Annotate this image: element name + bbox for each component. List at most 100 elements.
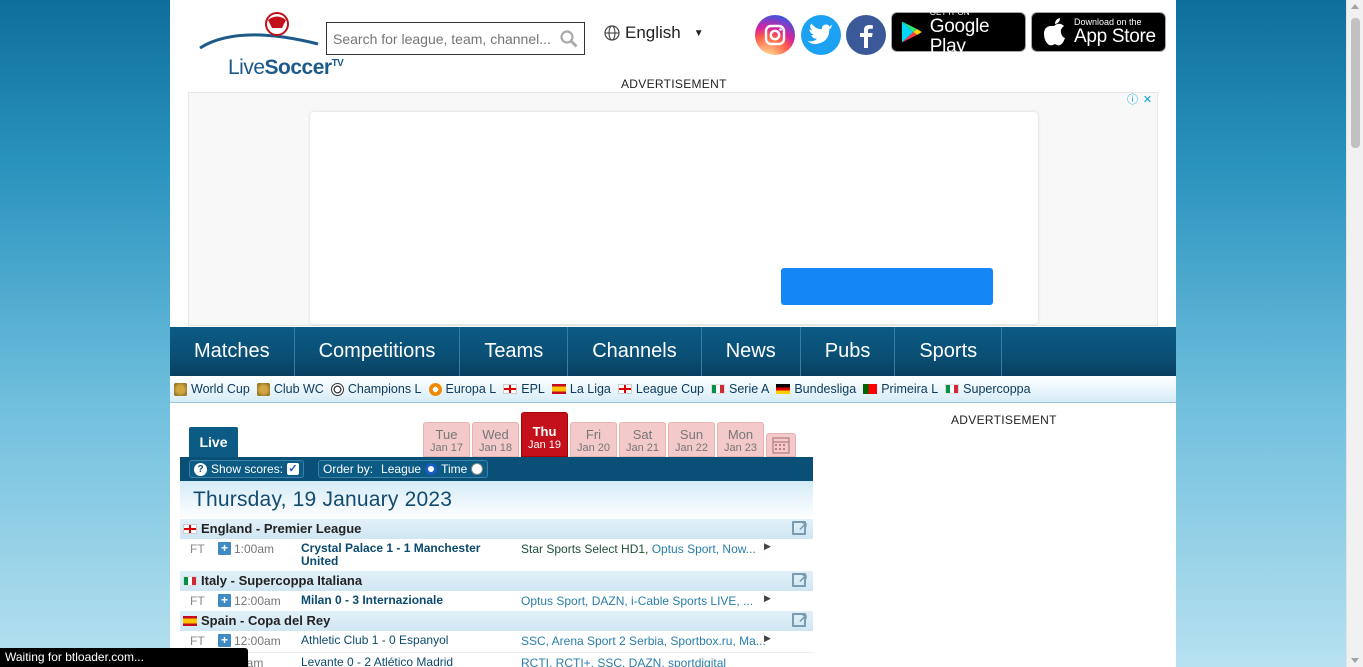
twitter-icon[interactable] [801,15,841,55]
nav-matches[interactable]: Matches [170,327,295,376]
league-header[interactable]: England - Premier League [180,516,813,539]
sub-item-supercoppa[interactable]: Supercoppa [945,382,1031,396]
day-tab-fri[interactable]: Fri Jan 20 [570,422,617,457]
order-time-radio[interactable] [471,463,484,475]
europa-league-icon [428,382,442,396]
globe-icon [604,25,620,41]
help-icon[interactable]: ? [194,462,207,476]
match-channels[interactable]: Optus Sport, DAZN, i-Cable Sports LIVE, … [521,594,766,608]
match-row: 0am Levante 0 - 2 Atlético Madrid RCTI, … [180,652,813,667]
day-tab-tue[interactable]: Tue Jan 17 [423,422,470,457]
order-league-label: League [381,462,422,476]
show-scores-checkbox[interactable]: ✓ [287,463,300,475]
expand-icon[interactable]: + [218,594,231,607]
nav-competitions[interactable]: Competitions [295,327,461,376]
scroll-down-icon[interactable] [1351,658,1359,663]
google-play-big: Google Play [929,15,990,57]
sub-item-club-wc[interactable]: Club WC [256,382,324,396]
close-icon[interactable]: ✕ [1141,94,1154,107]
league-name: Spain - Copa del Rey [201,613,331,628]
match-channels[interactable]: Star Sports Select HD1, Optus Sport, Now… [521,542,766,556]
facebook-icon[interactable] [846,15,886,55]
sub-item-label: Champions L [347,382,422,396]
nav-pubs[interactable]: Pubs [801,327,896,376]
match-channels[interactable]: RCTI, RCTI+, SSC, DAZN, sportdigital [521,656,766,667]
expand-icon[interactable]: + [218,542,231,555]
nav-teams[interactable]: Teams [460,327,569,376]
day-date: Jan 19 [527,439,562,451]
ad-banner: ⓘ ✕ [188,92,1158,326]
day-tab-mon[interactable]: Mon Jan 23 [717,422,764,457]
chevron-down-icon: ▼ [693,27,704,39]
italy-flag-icon [945,384,960,394]
instagram-icon[interactable] [755,15,795,55]
nav-news[interactable]: News [702,327,801,376]
day-name: Sat [632,427,653,442]
day-name: Thu [532,424,557,439]
sub-item-serie-a[interactable]: Serie A [711,382,769,396]
sub-item-epl[interactable]: EPL [503,382,545,396]
sub-item-world-cup[interactable]: World Cup [174,382,250,396]
ad-content [310,112,1038,324]
ad-cta-button[interactable] [781,268,993,305]
sub-item-champions-league[interactable]: Champions L [330,382,422,396]
sub-item-label: Serie A [729,382,770,396]
sub-item-europa-league[interactable]: Europa L [428,382,497,396]
germany-flag-icon [776,384,791,394]
sub-item-label: Primeira L [881,382,939,396]
site-logo[interactable]: LiveSoccerTV [198,10,344,79]
scroll-up-icon[interactable] [1351,4,1359,9]
sub-item-label: League Cup [635,382,705,396]
day-tab-sat[interactable]: Sat Jan 21 [619,422,666,457]
channel-list: Optus Sport, Now... [651,542,756,556]
trophy-icon [256,382,270,396]
league-header[interactable]: Italy - Supercoppa Italiana [180,568,813,591]
tab-live[interactable]: Live [189,427,238,457]
spain-flag-icon [183,616,197,626]
google-play-button[interactable]: GET IT ON Google Play [891,8,1026,56]
ad-label-top: ADVERTISEMENT [621,77,727,91]
more-channels-icon[interactable]: ▶ [764,541,771,552]
sub-item-label: Europa L [445,382,497,396]
match-teams[interactable]: Levante 0 - 2 Atlético Madrid [301,656,511,667]
main-nav: Matches Competitions Teams Channels News… [170,327,1176,376]
more-channels-icon[interactable]: ▶ [764,633,771,644]
match-teams[interactable]: Crystal Palace 1 - 1 Manchester United [301,542,511,568]
info-icon[interactable]: ⓘ [1126,94,1139,107]
external-link-icon[interactable] [792,568,808,588]
external-link-icon[interactable] [792,516,808,536]
order-by-label: Order by: [323,462,374,476]
sub-item-league-cup[interactable]: League Cup [617,382,705,396]
page-scrollbar[interactable] [1346,0,1363,667]
sub-item-la-liga[interactable]: La Liga [551,382,611,396]
google-play-icon [901,21,922,43]
calendar-icon [772,437,790,454]
nav-channels[interactable]: Channels [568,327,702,376]
match-teams[interactable]: Athletic Club 1 - 0 Espanyol [301,634,511,647]
sub-item-bundesliga[interactable]: Bundesliga [776,382,856,396]
order-league-radio[interactable] [425,463,438,475]
show-scores-control[interactable]: ? Show scores: ✓ [189,460,305,478]
nav-sports[interactable]: Sports [895,327,1003,376]
scrollbar-thumb[interactable] [1351,18,1360,148]
italy-flag-icon [183,576,197,586]
match-channels[interactable]: SSC, Arena Sport 2 Serbia, Sportbox.ru, … [521,634,766,648]
app-store-button[interactable]: Download on the App Store [1031,12,1166,52]
day-tab-sun[interactable]: Sun Jan 22 [668,422,715,457]
day-tab-thu[interactable]: Thu Jan 19 [521,412,568,457]
day-tab-wed[interactable]: Wed Jan 18 [472,422,519,457]
search-input[interactable] [327,23,552,54]
more-channels-icon[interactable]: ▶ [764,593,771,604]
portugal-flag-icon [863,384,878,394]
search-icon[interactable] [560,30,578,48]
browser-status-bar: Waiting for btloader.com... [0,648,248,667]
expand-icon[interactable]: + [218,634,231,647]
logo-text-tv: TV [331,58,344,69]
match-teams[interactable]: Milan 0 - 3 Internazionale [301,594,511,607]
external-link-icon[interactable] [792,608,808,628]
language-selector[interactable]: English ▼ [604,23,704,43]
league-header[interactable]: Spain - Copa del Rey [180,608,813,631]
sub-item-primeira-liga[interactable]: Primeira L [863,382,938,396]
sub-item-label: EPL [521,382,545,396]
calendar-button[interactable] [766,433,796,457]
